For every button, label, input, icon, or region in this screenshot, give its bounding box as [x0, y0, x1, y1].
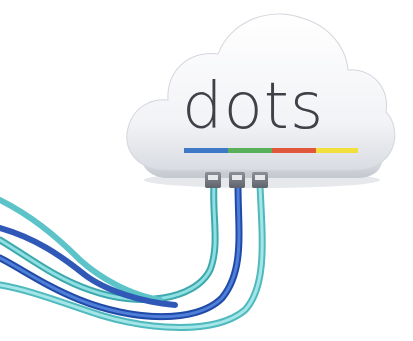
aqua-cable-right: [0, 181, 266, 331]
cloud-device: dots: [126, 13, 396, 188]
dots-cloud-device-illustration: dots: [0, 13, 396, 331]
ethernet-ports: [205, 172, 268, 188]
stripe-red: [272, 148, 316, 153]
stripe-green: [228, 148, 272, 153]
brand-color-stripe: [184, 148, 358, 153]
aqua-cable-right-highlight: [0, 183, 264, 329]
stripe-blue: [184, 148, 228, 153]
brand-wordmark: dots: [182, 70, 324, 144]
stripe-yellow: [316, 148, 358, 153]
network-cables: [0, 181, 266, 331]
